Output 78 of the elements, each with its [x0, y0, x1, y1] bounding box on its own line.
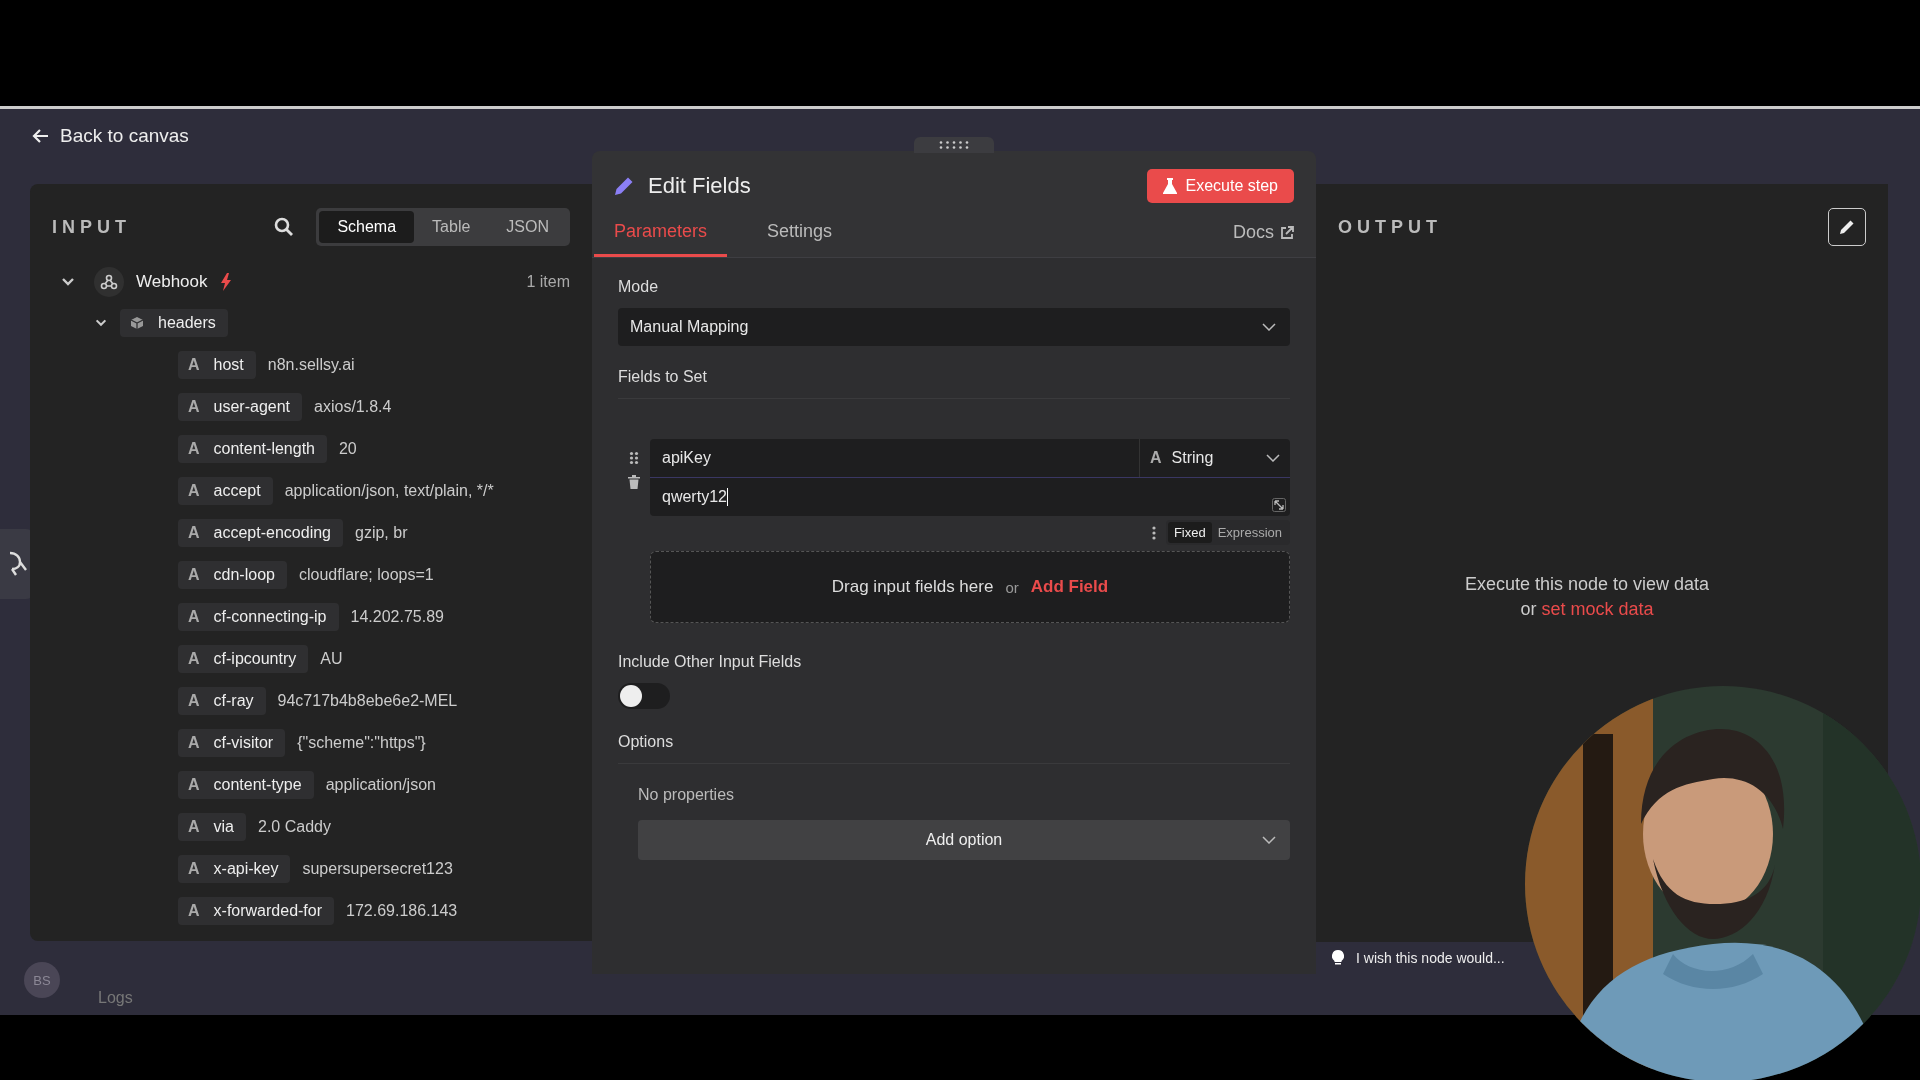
- drop-hint: Drag input fields here: [831, 577, 994, 597]
- add-field-link[interactable]: Add Field: [1030, 577, 1109, 597]
- empty-message: Execute this node to view data: [1464, 574, 1710, 595]
- expand-icon[interactable]: [1272, 498, 1286, 512]
- field-value: {"scheme":"https"}: [297, 734, 426, 752]
- field-label: Mode: [618, 278, 660, 296]
- lightbulb-icon: [1332, 950, 1344, 966]
- field-value: application/json: [325, 776, 436, 794]
- field-label: Include Other Input Fields: [618, 653, 803, 671]
- type-dropdown[interactable]: A String: [1139, 439, 1290, 477]
- assignment-value-field[interactable]: qwerty12: [650, 478, 1290, 516]
- drag-handle[interactable]: [914, 137, 994, 153]
- add-option-dropdown[interactable]: Add option: [638, 820, 1290, 860]
- view-tab[interactable]: Table: [414, 211, 489, 243]
- set-mock-data-link[interactable]: set mock data: [1541, 599, 1654, 619]
- field-key: A x-forwarded-for: [178, 897, 335, 925]
- view-tab[interactable]: JSON: [488, 211, 567, 243]
- back-arrow-icon: [32, 127, 50, 145]
- section-title: Fields to Set: [618, 368, 1290, 399]
- field-value: gzip, br: [355, 524, 408, 542]
- panel-title: OUTPUT: [1338, 216, 1442, 238]
- field-value: 20: [338, 440, 357, 458]
- field-value: cloudflare; loops=1: [298, 566, 434, 584]
- field-key: A content-length: [178, 435, 327, 463]
- field-key: A cf-connecting-ip: [178, 603, 339, 631]
- chevron-icon: [1266, 454, 1280, 462]
- feedback-field[interactable]: I wish this node would...: [1356, 950, 1518, 966]
- flask-icon: [1162, 178, 1177, 194]
- section-title: Options: [618, 733, 1290, 764]
- field-value: 94c717b4b8ebe6e2-MEL: [277, 692, 458, 710]
- separator-text: or: [1005, 578, 1019, 596]
- external-link-icon: [1280, 225, 1294, 240]
- field-value: axios/1.8.4: [314, 398, 392, 416]
- chevron-icon: [1262, 323, 1276, 331]
- field-value: 14.202.75.89: [350, 608, 444, 626]
- field-key: A cf-ray: [178, 687, 266, 715]
- mode-dropdown[interactable]: Manual Mapping: [618, 308, 1290, 346]
- separator-text: or: [1520, 599, 1537, 619]
- field-key: A accept-encoding: [178, 519, 343, 547]
- field-value: n8n.sellsy.ai: [267, 356, 355, 374]
- field-value: 2.0 Caddy: [258, 818, 331, 836]
- drag-handle-icon[interactable]: [629, 451, 639, 465]
- field-value: 172.69.186.143: [346, 902, 458, 920]
- value-mode-toggle[interactable]: Expression: [1211, 522, 1288, 543]
- edit-output-button[interactable]: [1828, 208, 1866, 246]
- field-key: A accept: [178, 477, 273, 505]
- chevron-icon: [1262, 836, 1276, 844]
- field-key: A cf-ipcountry: [178, 645, 309, 673]
- back-link[interactable]: Back to canvas: [32, 125, 189, 147]
- panel-title: INPUT: [52, 216, 131, 238]
- assignment-name-field[interactable]: apiKey: [650, 439, 1139, 477]
- more-icon[interactable]: [1151, 525, 1156, 540]
- field-value: application/json, text/plain, */*: [284, 482, 494, 500]
- empty-message: No properties: [638, 786, 736, 804]
- docs-link[interactable]: Docs: [1233, 222, 1294, 257]
- field-key: A cf-visitor: [178, 729, 286, 757]
- field-key: A content-type: [178, 771, 314, 799]
- node-title: Edit Fields: [648, 173, 751, 199]
- value-mode-toggle[interactable]: Fixed: [1167, 522, 1212, 543]
- search-icon[interactable]: [274, 217, 295, 237]
- object-key: headers: [120, 309, 228, 337]
- field-key: A user-agent: [178, 393, 303, 421]
- item-count: 1 item: [526, 273, 570, 291]
- node-name: Webhook: [136, 272, 208, 292]
- field-key: A x-api-key: [178, 855, 291, 883]
- field-key: A host: [178, 351, 256, 379]
- field-key: A cdn-loop: [178, 561, 287, 589]
- cube-icon: [130, 316, 144, 330]
- editor-tab[interactable]: Settings: [747, 211, 853, 257]
- field-value: AU: [320, 650, 343, 668]
- trash-icon[interactable]: [628, 475, 640, 489]
- lightning-icon: [219, 273, 232, 291]
- field-key: A via: [178, 813, 246, 841]
- toggle-switch[interactable]: [618, 683, 670, 709]
- execute-step-button[interactable]: Execute step: [1146, 169, 1294, 203]
- view-tab[interactable]: Schema: [319, 211, 415, 243]
- pencil-icon: [1838, 218, 1856, 236]
- field-value: supersupersecret123: [302, 860, 453, 878]
